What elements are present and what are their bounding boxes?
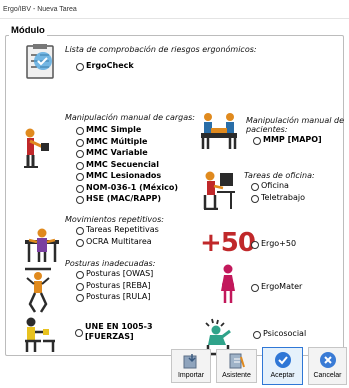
force-icon bbox=[25, 317, 55, 352]
close-circle-icon bbox=[319, 352, 336, 368]
radio-reba[interactable]: Posturas [REBA] bbox=[75, 280, 155, 292]
importar-button[interactable]: Importar bbox=[171, 349, 211, 383]
ergomater-group: ErgoMater bbox=[250, 281, 302, 293]
patient-handling-icon bbox=[201, 113, 237, 149]
aceptar-label: Aceptar bbox=[270, 372, 295, 379]
ergo50-icon: +50 bbox=[200, 228, 256, 258]
radio-teletrabajo[interactable]: Teletrabajo bbox=[250, 192, 315, 204]
radio-tareas-repetitivas[interactable]: Tareas Repetitivas bbox=[75, 224, 164, 236]
ergomater-icon bbox=[221, 264, 235, 303]
patients-title-line2: pacientes: bbox=[246, 125, 288, 134]
patients-title-line1: Manipulación manual de bbox=[246, 116, 345, 125]
checklist-group: Lista de comprobación de riesgos ergonóm… bbox=[65, 45, 257, 72]
une-group: UNE EN 1005-3 [FUERZAS] bbox=[74, 322, 153, 342]
office-group: Tareas de oficina: Oficina Teletrabajo bbox=[244, 171, 315, 203]
radio-hse[interactable]: HSE (MAC/RAPP) bbox=[75, 193, 195, 205]
radio-mmc-multiple[interactable]: MMC Múltiple bbox=[75, 136, 195, 148]
asistente-button[interactable]: Asistente bbox=[216, 349, 257, 383]
radio-mmp-mapo[interactable]: MMP [MAPO] bbox=[252, 134, 344, 146]
check-circle-icon bbox=[274, 352, 291, 368]
radio-ergomater[interactable]: ErgoMater bbox=[250, 281, 302, 293]
radio-oficina[interactable]: Oficina bbox=[250, 180, 315, 192]
cancelar-button[interactable]: Cancelar bbox=[308, 347, 347, 385]
postures-icon bbox=[25, 267, 51, 313]
module-legend: Módulo bbox=[9, 25, 47, 36]
wizard-icon bbox=[229, 353, 245, 369]
une-label-line2: [FUERZAS] bbox=[85, 332, 134, 341]
radio-psicosocial[interactable]: Psicosocial bbox=[252, 328, 306, 340]
radio-une-en-1005-3[interactable]: UNE EN 1005-3 [FUERZAS] bbox=[74, 322, 153, 342]
patients-group: Manipulación manual de pacientes: MMP [M… bbox=[246, 116, 344, 146]
checklist-group-title: Lista de comprobación de riesgos ergonóm… bbox=[65, 45, 257, 54]
repetitive-movements-icon bbox=[25, 228, 59, 262]
postures-group: Posturas inadecuadas: Posturas [OWAS] Po… bbox=[65, 259, 155, 303]
window-title: Ergo/IBV - Nueva Tarea bbox=[0, 0, 349, 19]
manual-handling-icon bbox=[24, 128, 49, 168]
ergo50-group: Ergo+50 bbox=[250, 238, 296, 250]
office-title: Tareas de oficina: bbox=[244, 171, 315, 180]
cancelar-label: Cancelar bbox=[313, 372, 342, 379]
radio-ergocheck[interactable]: ErgoCheck bbox=[75, 60, 267, 72]
office-icon bbox=[203, 171, 235, 210]
postures-title: Posturas inadecuadas: bbox=[65, 259, 156, 268]
radio-mmc-variable[interactable]: MMC Variable bbox=[75, 147, 195, 159]
radio-mmc-simple[interactable]: MMC Simple bbox=[75, 124, 195, 136]
asistente-label: Asistente bbox=[222, 372, 251, 379]
radio-mmc-lesionados[interactable]: MMC Lesionados bbox=[75, 170, 195, 182]
checklist-icon bbox=[26, 44, 54, 79]
radio-rula[interactable]: Posturas [RULA] bbox=[75, 291, 155, 303]
repetitive-group: Movimientos repetitivos: Tareas Repetiti… bbox=[65, 215, 164, 247]
psicosocial-group: Psicosocial bbox=[252, 328, 306, 340]
radio-mmc-secuencial[interactable]: MMC Secuencial bbox=[75, 159, 195, 171]
import-icon bbox=[183, 354, 197, 369]
une-label-line1: UNE EN 1005-3 bbox=[85, 322, 153, 331]
radio-ocra-multitarea[interactable]: OCRA Multitarea bbox=[75, 236, 164, 248]
repetitive-title: Movimientos repetitivos: bbox=[65, 215, 164, 224]
manual-handling-title: Manipulación manual de cargas: bbox=[65, 113, 195, 122]
importar-label: Importar bbox=[177, 372, 205, 379]
radio-ergo50[interactable]: Ergo+50 bbox=[250, 238, 296, 250]
aceptar-button[interactable]: Aceptar bbox=[262, 347, 303, 385]
radio-owas[interactable]: Posturas [OWAS] bbox=[75, 268, 155, 280]
new-task-panel: Módulo Lista de comprobación de riesgos … bbox=[0, 19, 349, 388]
radio-nom-036[interactable]: NOM-036-1 (México) bbox=[75, 182, 195, 194]
manual-handling-group: Manipulación manual de cargas: MMC Simpl… bbox=[65, 113, 195, 205]
